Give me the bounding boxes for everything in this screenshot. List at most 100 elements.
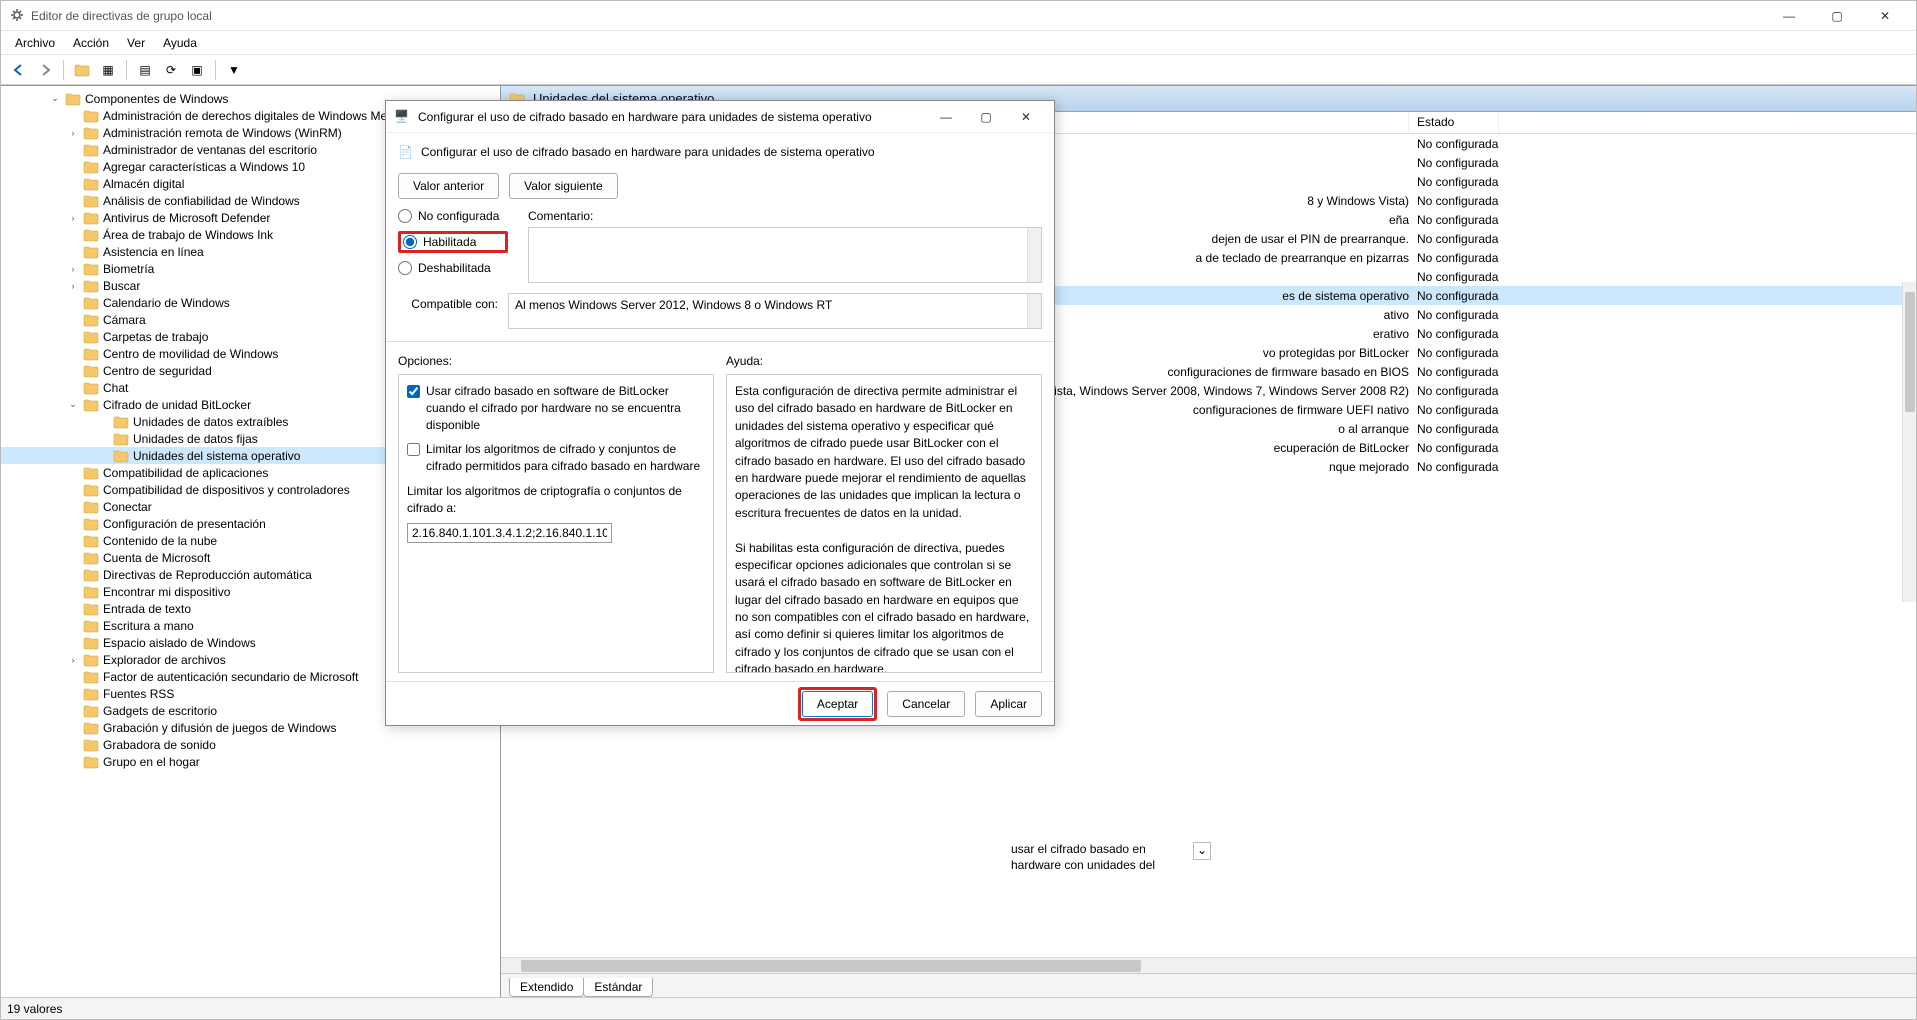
tree-label: Fuentes RSS — [103, 687, 174, 701]
folder-icon — [65, 92, 81, 106]
apply-button[interactable]: Aplicar — [975, 691, 1042, 717]
tree-label: Explorador de archivos — [103, 653, 226, 667]
tree-label: Entrada de texto — [103, 602, 191, 616]
dialog-body: 📄 Configurar el uso de cifrado basado en… — [386, 133, 1054, 681]
dialog-subtitle-row: 📄 Configurar el uso de cifrado basado en… — [398, 141, 1042, 167]
expander-icon[interactable]: › — [67, 264, 79, 274]
collapse-icon[interactable]: ⌄ — [49, 93, 61, 104]
folder-icon — [83, 568, 99, 582]
cancel-button[interactable]: Cancelar — [887, 691, 965, 717]
props-button[interactable]: ▣ — [185, 58, 209, 82]
toolbar: ▦ ▤ ⟳ ▣ ▼ — [1, 55, 1916, 85]
compat-text: Al menos Windows Server 2012, Windows 8 … — [515, 298, 832, 312]
filter-button[interactable]: ▼ — [222, 58, 246, 82]
menu-accion[interactable]: Acción — [65, 33, 117, 53]
cell-estado: No configurada — [1409, 174, 1499, 190]
dialog-minimize-button[interactable]: — — [926, 103, 966, 131]
checkbox-limit-algorithms[interactable] — [407, 443, 420, 456]
up-button[interactable] — [70, 58, 94, 82]
folder-icon — [83, 500, 99, 514]
folder-icon — [83, 194, 99, 208]
checkbox-use-software[interactable] — [407, 385, 420, 398]
cell-estado: No configurada — [1409, 250, 1499, 266]
folder-icon — [83, 670, 99, 684]
separator — [126, 60, 127, 80]
options-help-row: Opciones: Usar cifrado basado en softwar… — [398, 354, 1042, 673]
state-row: No configurada Habilitada Deshabilitada … — [398, 209, 1042, 283]
separator — [386, 341, 1054, 342]
list-button[interactable]: ▦ — [96, 58, 120, 82]
expander-icon[interactable]: › — [67, 128, 79, 138]
cell-estado: No configurada — [1409, 307, 1499, 323]
menu-ver[interactable]: Ver — [119, 33, 153, 53]
cell-estado: No configurada — [1409, 288, 1499, 304]
help-box[interactable]: Esta configuración de directiva permite … — [726, 374, 1042, 673]
tree-item[interactable]: Grabadora de sonido — [1, 736, 500, 753]
folder-icon — [83, 585, 99, 599]
maximize-button[interactable]: ▢ — [1814, 2, 1860, 30]
dialog-close-button[interactable]: ✕ — [1006, 103, 1046, 131]
status-text: 19 valores — [7, 1002, 62, 1016]
tree-label: Configuración de presentación — [103, 517, 266, 531]
cell-estado: No configurada — [1409, 345, 1499, 361]
folder-icon — [83, 398, 99, 412]
folder-icon — [83, 517, 99, 531]
tree-label: Unidades de datos extraíbles — [133, 415, 288, 429]
tree-label: Carpetas de trabajo — [103, 330, 208, 344]
menu-archivo[interactable]: Archivo — [7, 33, 63, 53]
chevron-down-icon[interactable]: ⌄ — [1193, 842, 1211, 860]
prev-setting-button[interactable]: Valor anterior — [398, 173, 499, 199]
export-button[interactable]: ▤ — [133, 58, 157, 82]
folder-icon — [83, 687, 99, 701]
folder-icon — [83, 483, 99, 497]
folder-icon — [83, 619, 99, 633]
cell-estado: No configurada — [1409, 383, 1499, 399]
forward-button[interactable] — [33, 58, 57, 82]
tree-label: Compatibilidad de dispositivos y control… — [103, 483, 350, 497]
opt-limit-algorithms[interactable]: Limitar los algoritmos de cifrado y conj… — [407, 441, 705, 475]
dialog-footer: Aceptar Cancelar Aplicar — [386, 681, 1054, 725]
tree-label: Calendario de Windows — [103, 296, 230, 310]
folder-icon — [83, 466, 99, 480]
tab-estandar[interactable]: Estándar — [583, 978, 653, 997]
app-icon — [9, 8, 25, 24]
menubar: Archivo Acción Ver Ayuda — [1, 31, 1916, 55]
opt-use-software[interactable]: Usar cifrado basado en software de BitLo… — [407, 383, 705, 433]
cell-estado: No configurada — [1409, 269, 1499, 285]
expander-icon[interactable]: › — [67, 655, 79, 665]
folder-icon — [83, 330, 99, 344]
dialog-titlebar: 🖥️ Configurar el uso de cifrado basado e… — [386, 101, 1054, 133]
radio-disabled[interactable]: Deshabilitada — [398, 261, 508, 275]
dialog-maximize-button[interactable]: ▢ — [966, 103, 1006, 131]
tree-label: Área de trabajo de Windows Ink — [103, 228, 273, 242]
highlight-enabled: Habilitada — [398, 231, 508, 253]
tree-item[interactable]: Grupo en el hogar — [1, 753, 500, 770]
oid-input[interactable] — [407, 523, 612, 543]
menu-ayuda[interactable]: Ayuda — [155, 33, 205, 53]
tab-extendido[interactable]: Extendido — [509, 978, 584, 997]
expander-icon[interactable]: ⌄ — [67, 399, 79, 410]
col-estado[interactable]: Estado — [1409, 112, 1499, 133]
radio-not-configured[interactable]: No configurada — [398, 209, 508, 223]
comment-textarea[interactable] — [528, 227, 1042, 283]
cell-estado: No configurada — [1409, 440, 1499, 456]
minimize-button[interactable]: — — [1766, 2, 1812, 30]
tree-label: Contenido de la nube — [103, 534, 217, 548]
folder-icon — [83, 653, 99, 667]
cell-estado: No configurada — [1409, 155, 1499, 171]
tree-label: Centro de seguridad — [103, 364, 212, 378]
tree-label: Encontrar mi dispositivo — [103, 585, 230, 599]
back-button[interactable] — [7, 58, 31, 82]
refresh-button[interactable]: ⟳ — [159, 58, 183, 82]
vertical-scrollbar[interactable] — [1902, 282, 1916, 602]
close-button[interactable]: ✕ — [1862, 2, 1908, 30]
expander-icon[interactable]: › — [67, 213, 79, 223]
ok-button[interactable]: Aceptar — [802, 691, 873, 717]
preview-line2: hardware con unidades del — [1011, 858, 1155, 872]
radio-enabled[interactable]: Habilitada — [403, 235, 503, 249]
folder-icon — [83, 755, 99, 769]
horizontal-scrollbar[interactable] — [501, 957, 1916, 973]
folder-icon — [83, 109, 99, 123]
next-setting-button[interactable]: Valor siguiente — [509, 173, 618, 199]
expander-icon[interactable]: › — [67, 281, 79, 291]
